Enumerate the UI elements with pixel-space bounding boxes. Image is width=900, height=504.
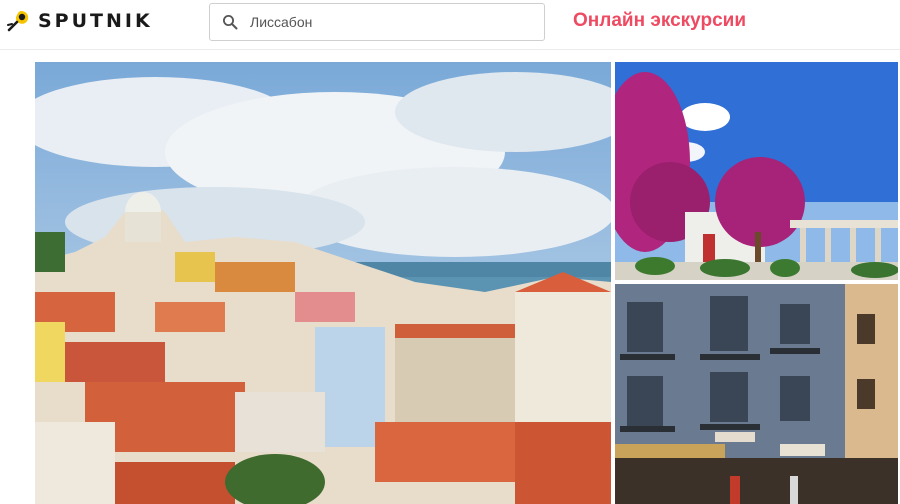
gallery-photo-bottom[interactable] [615,284,898,504]
search-box[interactable] [209,3,545,41]
search-input[interactable] [250,14,530,30]
gallery-photo-main[interactable] [35,62,611,504]
search-icon [223,15,238,30]
brand-name: SPUTNIK [38,10,153,32]
top-header: SPUTNIK Онлайн экскурсии [0,0,900,50]
photo-gallery [0,50,900,504]
online-tours-link[interactable]: Онлайн экскурсии [573,10,746,32]
sputnik-logo-icon [7,11,29,32]
tiled-facade-street-image [615,284,898,504]
gallery-photo-top[interactable] [615,62,898,280]
bougainvillea-terrace-image [615,62,898,280]
lisbon-panorama-image [35,62,611,504]
sputnik-logo[interactable]: SPUTNIK [6,8,153,34]
